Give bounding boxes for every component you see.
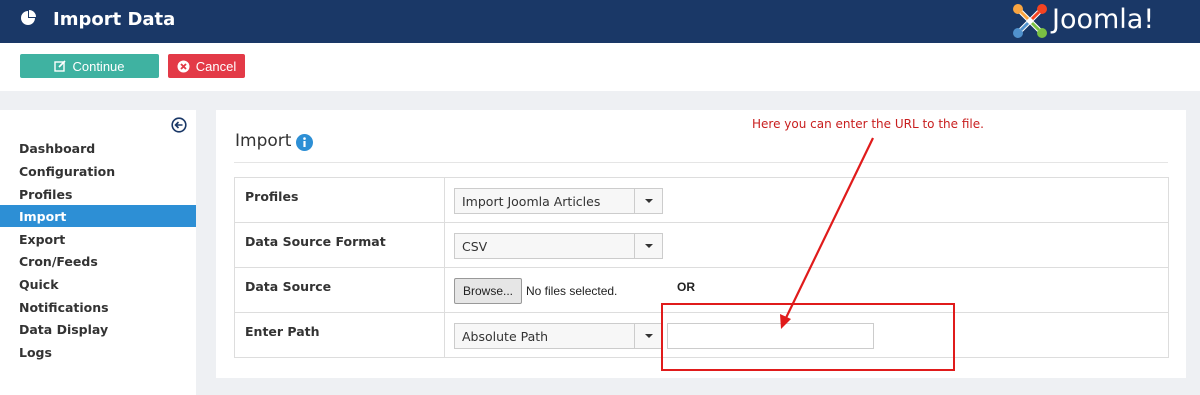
joomla-wordmark: Joomla!	[1052, 4, 1155, 35]
path-type-select[interactable]: Absolute Path	[454, 323, 663, 349]
joomla-logo: Joomla!	[1010, 1, 1190, 41]
continue-button[interactable]: Continue	[20, 54, 159, 78]
chevron-down-icon	[634, 234, 662, 258]
browse-button[interactable]: Browse...	[454, 278, 522, 304]
toolbar: Continue Cancel	[0, 43, 1200, 91]
sidebar-item-configuration[interactable]: Configuration	[0, 160, 196, 182]
profiles-select[interactable]: Import Joomla Articles	[454, 188, 663, 214]
edit-icon	[54, 60, 67, 72]
cancel-button[interactable]: Cancel	[168, 54, 245, 78]
path-label: Enter Path	[245, 324, 320, 339]
divider	[234, 162, 1168, 163]
sidebar-item-import[interactable]: Import	[0, 205, 196, 227]
format-label: Data Source Format	[245, 234, 386, 249]
sidebar-item-cron-feeds[interactable]: Cron/Feeds	[0, 250, 196, 272]
info-icon[interactable]	[296, 134, 313, 156]
sidebar-item-quick[interactable]: Quick	[0, 273, 196, 295]
pie-chart-icon	[19, 9, 37, 32]
profiles-label: Profiles	[245, 189, 299, 204]
no-file-text: No files selected.	[526, 284, 618, 298]
source-label: Data Source	[245, 279, 332, 294]
sidebar-item-logs[interactable]: Logs	[0, 341, 196, 363]
continue-label: Continue	[72, 58, 125, 74]
chevron-down-icon	[634, 189, 662, 213]
form-row-format: Data Source Format CSV	[235, 223, 1168, 268]
collapse-sidebar-icon[interactable]	[171, 117, 187, 138]
sidebar-item-dashboard[interactable]: Dashboard	[0, 137, 196, 159]
sidebar-item-export[interactable]: Export	[0, 228, 196, 250]
joomla-logo-icon	[1013, 4, 1047, 38]
or-label: OR	[677, 280, 695, 294]
cancel-label: Cancel	[195, 58, 237, 74]
format-select[interactable]: CSV	[454, 233, 663, 259]
page-title: Import Data	[53, 9, 176, 30]
panel-title: Import	[235, 131, 292, 151]
app-header: Import Data Joomla!	[0, 0, 1200, 43]
annotation-highlight-box	[661, 303, 955, 371]
close-circle-icon	[177, 60, 190, 72]
form-row-profiles: Profiles Import Joomla Articles	[235, 178, 1168, 223]
chevron-down-icon	[634, 324, 662, 348]
sidebar-item-data-display[interactable]: Data Display	[0, 318, 196, 340]
sidebar-item-notifications[interactable]: Notifications	[0, 296, 196, 318]
annotation-text: Here you can enter the URL to the file.	[752, 117, 984, 131]
sidebar-item-profiles[interactable]: Profiles	[0, 183, 196, 205]
